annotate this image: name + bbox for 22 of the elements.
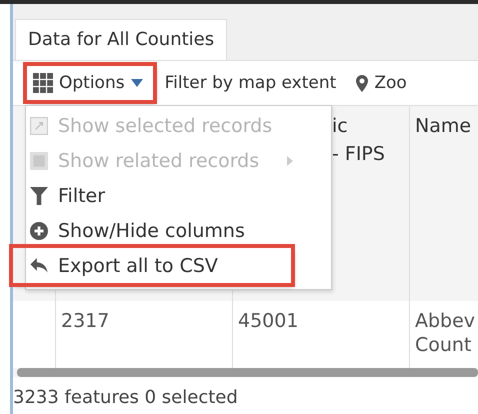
tab[interactable]: Data for All Counties bbox=[15, 19, 228, 60]
zoom-button[interactable]: Zoo bbox=[344, 69, 407, 97]
column-header: ic - FIPS bbox=[332, 114, 385, 167]
menu-item[interactable]: Filter bbox=[26, 178, 331, 213]
menu-item[interactable]: Show/Hide columns bbox=[26, 213, 331, 248]
plus-circle-icon bbox=[30, 222, 48, 240]
options-button[interactable]: Options bbox=[27, 66, 153, 100]
map-pin-icon bbox=[356, 74, 368, 92]
horizontal-scrollbar[interactable] bbox=[17, 368, 478, 377]
grid-icon bbox=[33, 73, 53, 93]
funnel-icon bbox=[30, 186, 48, 204]
reply-arrow-icon bbox=[30, 258, 48, 273]
table-cell-text: Abbev Count bbox=[415, 309, 476, 357]
table-cell-text: 45001 bbox=[238, 309, 298, 333]
column-header: Name bbox=[415, 114, 472, 139]
table-cell-text: 2317 bbox=[61, 309, 110, 333]
status-text: 3233 features 0 selected bbox=[13, 386, 239, 408]
square-icon bbox=[30, 152, 48, 170]
select-icon bbox=[30, 116, 48, 134]
filter-by-extent-button[interactable]: Filter by map extent bbox=[152, 69, 336, 97]
menu-item[interactable]: Export all to CSV bbox=[13, 248, 291, 283]
caret-icon bbox=[130, 79, 143, 87]
